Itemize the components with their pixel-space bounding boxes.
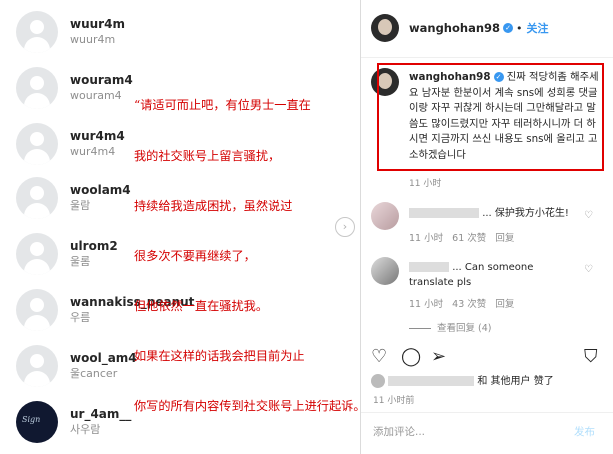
following-row[interactable]: wool_am4 울cancer [16, 341, 137, 391]
verified-icon: ✓ [503, 23, 514, 33]
comment: ... Can someone translate pls [409, 260, 581, 290]
comment-time: 11 小时 [409, 233, 444, 244]
username[interactable]: ulrom2 [70, 238, 118, 254]
display-name: wuur4m [70, 33, 116, 46]
following-row[interactable]: Sign ur_4am__ 사우람 [16, 397, 131, 447]
display-name: 울롬 [70, 255, 91, 268]
avatar[interactable] [371, 202, 399, 230]
comment-icon[interactable]: ◯ [401, 346, 421, 367]
separator: • [516, 21, 523, 35]
username[interactable]: wool_am4 [70, 350, 137, 366]
username[interactable]: wur4m4 [70, 128, 125, 144]
avatar[interactable] [371, 14, 399, 42]
chevron-right-icon[interactable]: › [335, 217, 355, 237]
avatar[interactable] [16, 233, 58, 275]
blurred-username [409, 262, 449, 272]
avatar[interactable] [16, 11, 58, 53]
following-row[interactable]: wouram4 wouram4 [16, 63, 133, 113]
add-comment-input[interactable]: 添加评论... [373, 424, 425, 439]
following-row[interactable]: ulrom2 울롬 [16, 229, 118, 279]
display-name: 울람 [70, 199, 91, 212]
view-replies[interactable]: 查看回复 (4) [409, 320, 491, 334]
comment: ... 保护我方小花生! [409, 206, 589, 221]
avatar[interactable] [16, 67, 58, 109]
reply-button[interactable]: 回复 [495, 233, 514, 244]
username[interactable]: woolam4 [70, 182, 131, 198]
action-bar: ♡ ◯ ➢ ⛉ [371, 346, 603, 370]
avatar[interactable] [16, 177, 58, 219]
avatar[interactable] [16, 123, 58, 165]
share-icon[interactable]: ➢ [431, 346, 446, 367]
comment-likes[interactable]: 61 次赞 [452, 233, 486, 244]
avatar [371, 374, 385, 388]
post-button[interactable]: 发布 [574, 424, 595, 439]
comment-time: 11 小时 [409, 299, 444, 310]
following-row[interactable]: wur4m4 wur4m4 [16, 119, 125, 169]
comment-meta: 11 小时 43 次赞 回复 [409, 296, 514, 310]
display-name: wouram4 [70, 89, 122, 102]
follow-button[interactable]: 关注 [527, 20, 549, 36]
divider [361, 57, 613, 58]
username[interactable]: ur_4am__ [70, 406, 131, 422]
view-replies-label[interactable]: 查看回复 (4) [437, 323, 491, 334]
heart-icon[interactable]: ♡ [584, 264, 593, 275]
avatar[interactable] [16, 345, 58, 387]
display-name: 사우람 [70, 423, 101, 436]
liked-by-text: 和 其他用户 赞了 [477, 376, 554, 387]
avatar[interactable]: Sign [16, 401, 58, 443]
reply-button[interactable]: 回复 [495, 299, 514, 310]
blurred-username [409, 208, 479, 218]
blurred-username [388, 376, 475, 386]
heart-icon[interactable]: ♡ [371, 346, 387, 367]
post-time: 11 小时前 [373, 396, 415, 406]
post-author[interactable]: wanghohan98 [409, 21, 500, 35]
display-name: wur4m4 [70, 145, 116, 158]
comment-meta: 11 小时 61 次赞 回复 [409, 230, 514, 244]
display-name: 울cancer [70, 367, 118, 380]
liked-by[interactable]: 和 其他用户 赞了 [371, 372, 554, 388]
comment-text: ... 保护我方小花生! [482, 208, 569, 219]
divider [361, 412, 613, 413]
caption-time: 11 小时 [409, 179, 442, 189]
comment-likes[interactable]: 43 次赞 [452, 299, 486, 310]
post-header: wanghohan98 ✓ • 关注 [371, 14, 549, 42]
username[interactable]: wuur4m [70, 16, 125, 32]
bookmark-icon[interactable]: ⛉ [584, 346, 598, 367]
heart-icon[interactable]: ♡ [584, 210, 593, 221]
username[interactable]: wouram4 [70, 72, 133, 88]
avatar[interactable] [16, 289, 58, 331]
following-row[interactable]: woolam4 울람 [16, 173, 131, 223]
avatar[interactable] [371, 257, 399, 285]
following-row[interactable]: wuur4m wuur4m [16, 7, 125, 57]
highlight-box [377, 63, 604, 171]
